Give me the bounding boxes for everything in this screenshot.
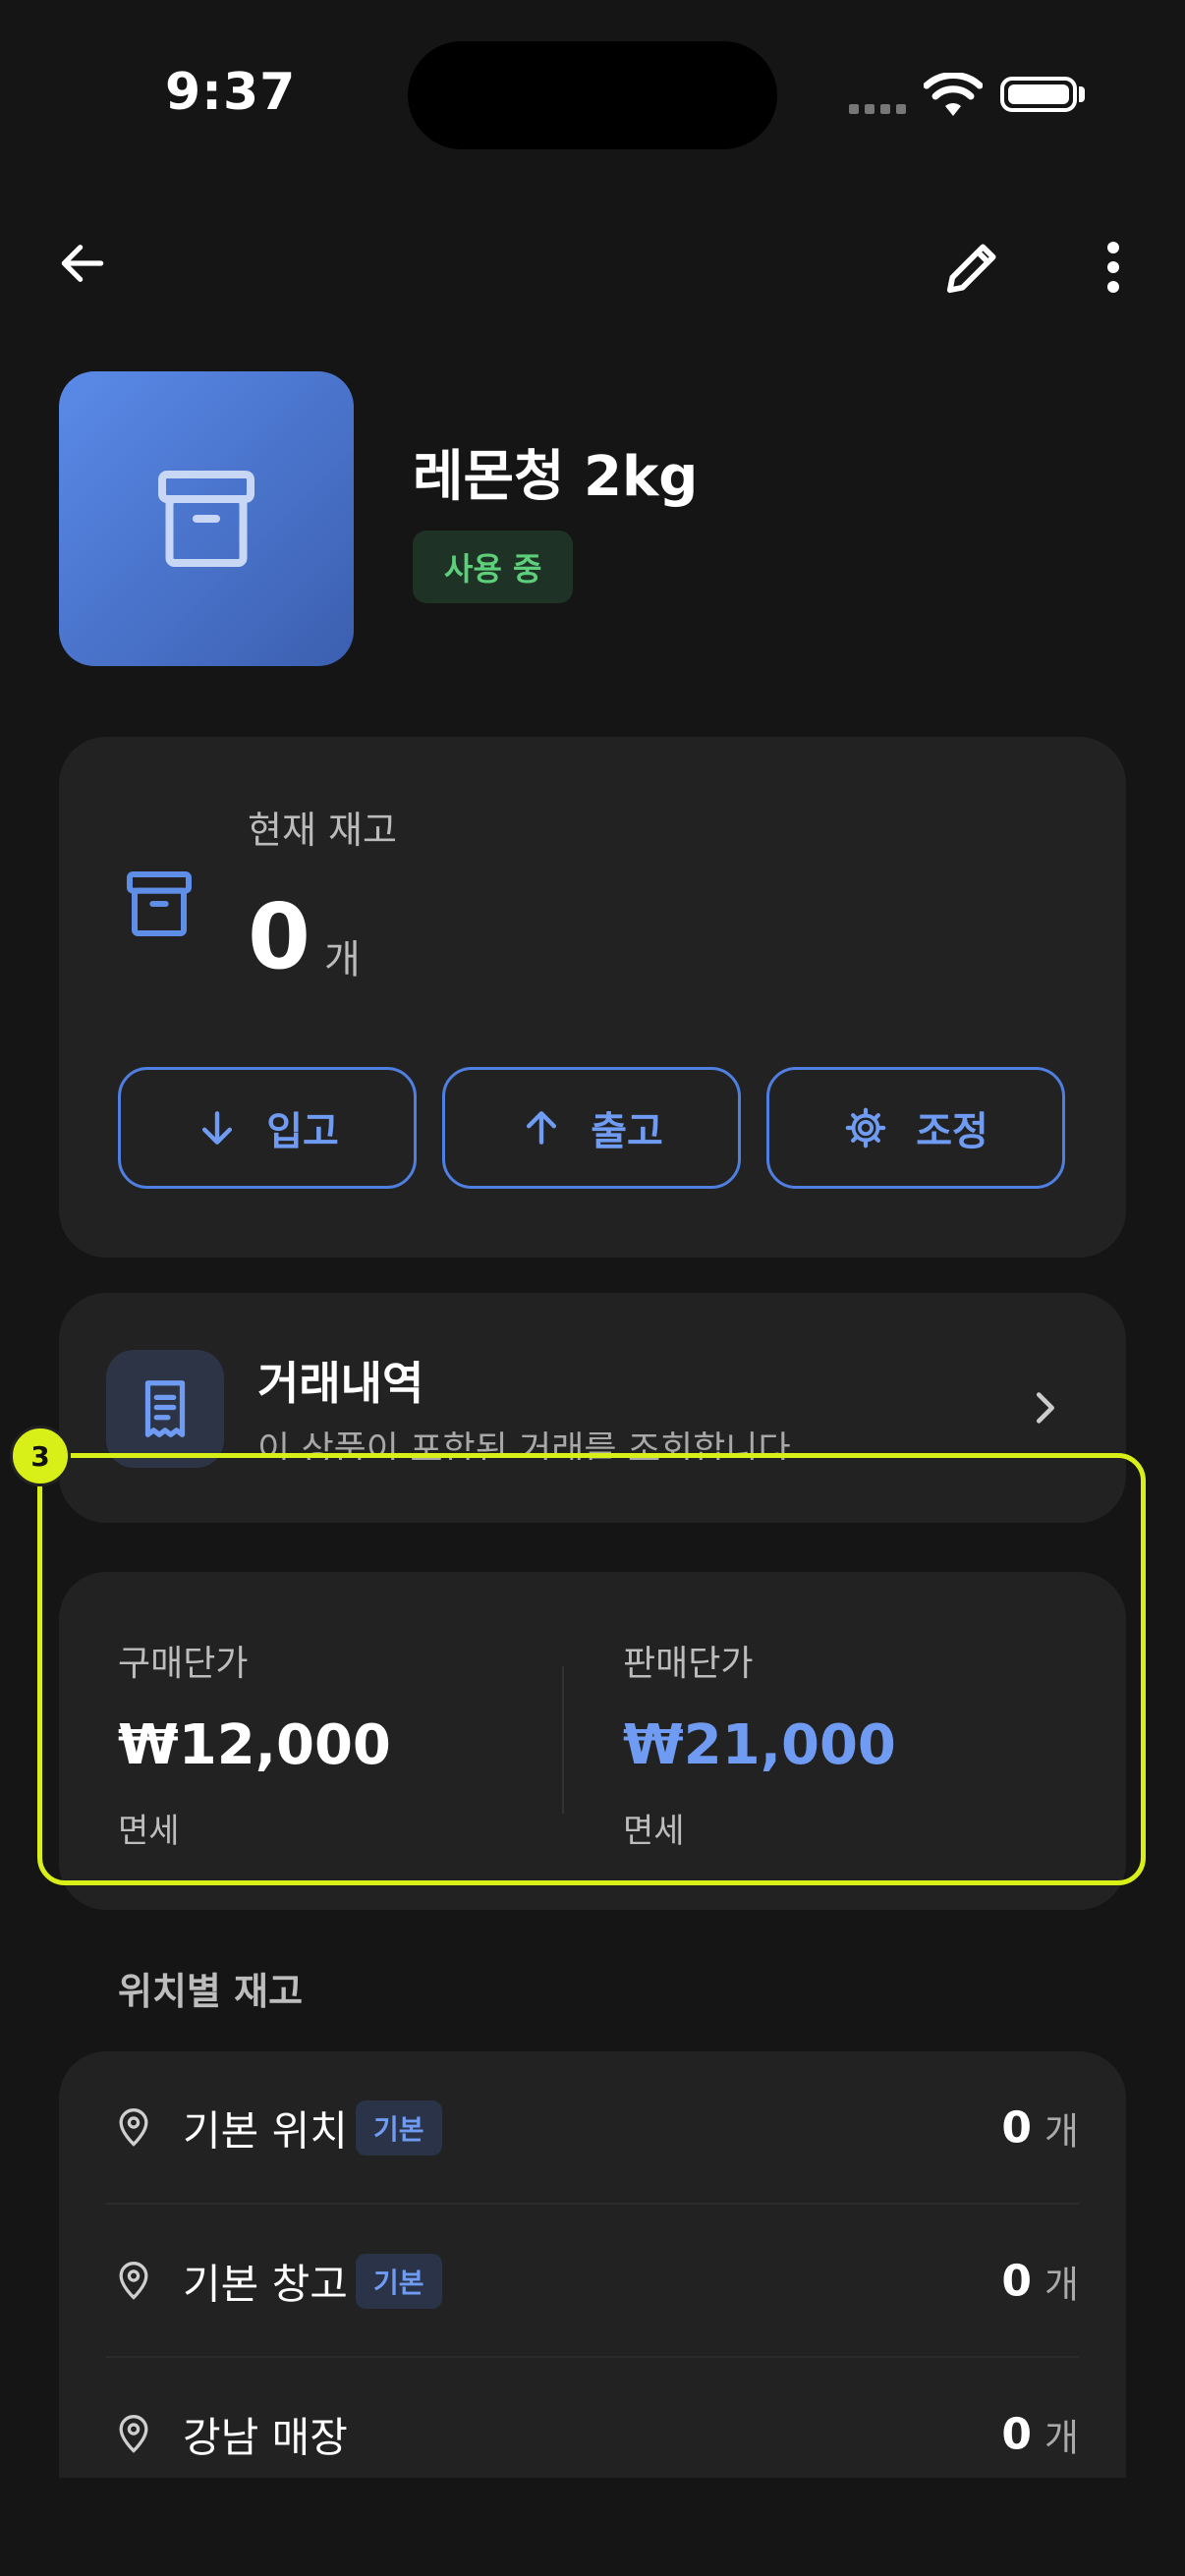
- edit-button[interactable]: [933, 228, 1012, 307]
- stock-label: 현재 재고: [248, 809, 397, 852]
- battery-icon: [1000, 77, 1077, 112]
- pencil-icon: [946, 244, 996, 294]
- gear-icon: [845, 1107, 886, 1148]
- signal-icon: [849, 104, 906, 114]
- back-button[interactable]: [47, 228, 118, 299]
- receipt-icon: [144, 1380, 186, 1437]
- battery-tip: [1079, 86, 1085, 102]
- chevron-right-icon: [1036, 1392, 1054, 1424]
- location-name: 기본 창고: [183, 2260, 348, 2309]
- arrow-down-icon: [202, 1111, 233, 1145]
- arrow-left-icon: [61, 245, 104, 282]
- product-thumbnail: [59, 371, 354, 666]
- transactions-title: 거래내역: [257, 1357, 424, 1410]
- default-badge: 기본: [356, 2100, 442, 2156]
- stock-in-button[interactable]: 입고: [118, 1067, 417, 1189]
- map-pin-icon: [119, 2262, 148, 2300]
- adjust-label: 조정: [916, 1109, 988, 1154]
- more-vertical-icon: [1107, 242, 1119, 293]
- more-button[interactable]: [1081, 228, 1146, 307]
- location-unit: 개: [1044, 2263, 1079, 2307]
- section-title-location-stock: 위치별 재고: [118, 1970, 304, 2013]
- status-badge: 사용 중: [413, 531, 574, 603]
- product-name: 레몬청 2kg: [413, 445, 699, 509]
- stock-unit: 개: [324, 937, 361, 982]
- location-name: 강남 매장: [183, 2413, 348, 2462]
- transactions-icon-wrap: [106, 1350, 224, 1468]
- location-qty: 0: [1001, 2256, 1032, 2307]
- stock-out-label: 출고: [591, 1109, 663, 1154]
- location-row[interactable]: 기본 위치 기본 0 개: [59, 2051, 1126, 2205]
- status-time: 9:37: [165, 63, 297, 122]
- map-pin-icon: [119, 2108, 148, 2147]
- location-qty: 0: [1001, 2102, 1032, 2154]
- stock-out-button[interactable]: 출고: [442, 1067, 741, 1189]
- location-row[interactable]: 기본 창고 기본 0 개: [59, 2205, 1126, 2358]
- location-row[interactable]: 강남 매장 0 개: [59, 2358, 1126, 2478]
- highlight-number-badge: 3: [10, 1426, 71, 1486]
- location-unit: 개: [1044, 2109, 1079, 2154]
- location-name: 기본 위치: [183, 2106, 348, 2156]
- default-badge: 기본: [356, 2254, 442, 2309]
- stock-in-label: 입고: [266, 1109, 339, 1154]
- arrow-up-icon: [527, 1111, 557, 1145]
- archive-box-icon: [158, 471, 254, 567]
- map-pin-icon: [119, 2415, 148, 2453]
- location-stock-card: 기본 위치 기본 0 개 기본 창고 기본 0 개 강남 매장 0 개: [59, 2051, 1126, 2478]
- stock-quantity: 0: [248, 884, 311, 989]
- wifi-icon: [924, 73, 983, 116]
- location-unit: 개: [1044, 2416, 1079, 2460]
- adjust-button[interactable]: 조정: [766, 1067, 1065, 1189]
- archive-box-icon: [127, 871, 192, 936]
- location-qty: 0: [1001, 2409, 1032, 2460]
- highlight-box: [37, 1453, 1146, 1885]
- dynamic-island: [408, 41, 777, 149]
